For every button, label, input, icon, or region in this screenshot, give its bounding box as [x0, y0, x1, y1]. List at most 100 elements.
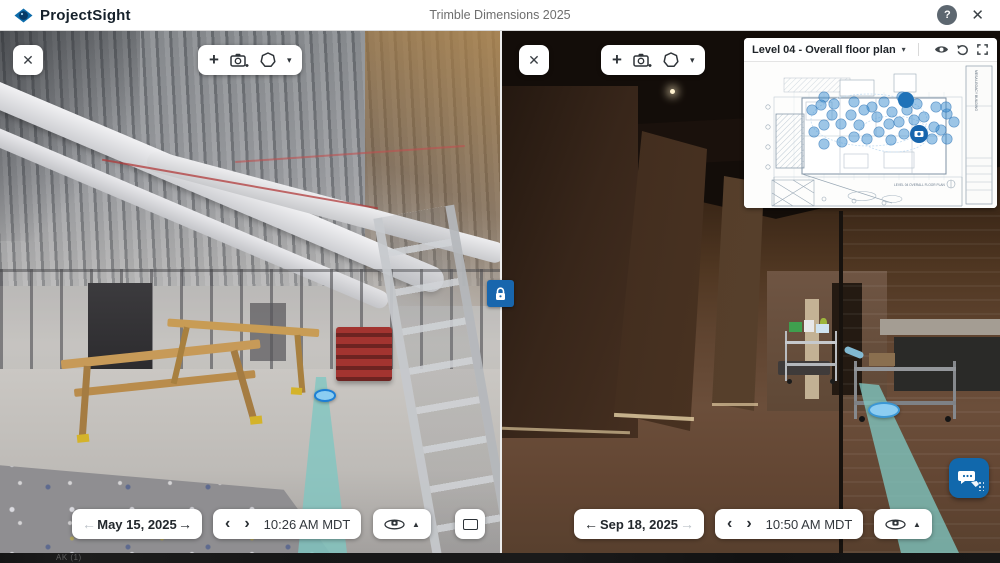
caret-up-icon: ▲ — [412, 520, 420, 529]
waypoint-marker[interactable] — [868, 402, 900, 418]
layout-rect-icon — [463, 519, 478, 530]
close-app-button[interactable]: ✕ — [971, 8, 984, 23]
close-icon: ✕ — [528, 52, 540, 69]
minimap-photo-dot[interactable] — [836, 119, 846, 129]
minimap-photo-dot[interactable] — [927, 134, 937, 144]
timeline-strip[interactable]: AK (1) — [0, 553, 1000, 563]
timeline-label: AK (1) — [56, 553, 82, 563]
project-title: Trimble Dimensions 2025 — [0, 8, 1000, 22]
chat-drag-handle[interactable] — [978, 481, 984, 491]
right-date-pill: ← Sep 18, 2025 → — [574, 509, 704, 539]
add-photo-button[interactable] — [230, 52, 249, 69]
next-date-button[interactable]: → — [178, 517, 192, 531]
minimap-photo-dot[interactable] — [879, 97, 889, 107]
help-button[interactable]: ? — [937, 5, 957, 25]
toolbar-dropdown-button[interactable]: ▾ — [287, 55, 292, 66]
minimap-photo-dot[interactable] — [909, 115, 919, 125]
minimap-photo-dot[interactable] — [887, 107, 897, 117]
right-time-pill: ‹ › 10:50 AM MDT — [715, 509, 863, 539]
chat-assistant-button[interactable] — [949, 458, 989, 498]
add-annotation-button[interactable]: + — [209, 50, 219, 70]
caret-down-icon: ▾ — [690, 55, 695, 65]
reset-view-button[interactable] — [956, 44, 969, 56]
sawhorse — [163, 319, 328, 404]
minimap-photo-dot[interactable] — [899, 129, 909, 139]
projectsight-app: ProjectSight Trimble Dimensions 2025 ? ✕ — [0, 0, 1000, 563]
minimap-big-dot[interactable] — [898, 92, 914, 108]
camera-dot-lens — [917, 132, 920, 135]
minimap-photo-dot[interactable] — [829, 99, 839, 109]
toolbar-dropdown-button[interactable]: ▾ — [690, 55, 695, 66]
minimap-photo-dot[interactable] — [884, 119, 894, 129]
minimap-plan-canvas[interactable]: LEVEL 04 OVERALL FLOOR PLAN MESA LEGACY … — [744, 62, 997, 208]
supply-cart — [785, 331, 837, 381]
next-time-button[interactable]: › — [746, 516, 751, 532]
minimap-photo-dot[interactable] — [807, 105, 817, 115]
minimap-photo-dot[interactable] — [872, 112, 882, 122]
minimap-photo-dot[interactable] — [819, 120, 829, 130]
minimap-photo-dot[interactable] — [849, 97, 859, 107]
compare-viewer: ✕ + — [0, 31, 1000, 553]
minimap-dots-layer — [744, 62, 997, 208]
minimap-photo-dot[interactable] — [929, 122, 939, 132]
minimap-photo-dot[interactable] — [862, 134, 872, 144]
plus-icon: + — [209, 50, 219, 70]
minimap-camera-dot[interactable] — [910, 125, 928, 143]
prev-time-button[interactable]: ‹ — [225, 516, 230, 532]
floorplan-minimap: Level 04 - Overall floor plan ▾ — [744, 38, 997, 208]
close-right-panel-button[interactable]: ✕ — [519, 45, 549, 75]
recessed-light — [670, 89, 675, 94]
left-date-pill: ← May 15, 2025 → — [72, 509, 202, 539]
help-icon: ? — [944, 9, 951, 21]
add-annotation-button[interactable]: + — [612, 50, 622, 70]
minimap-photo-dot[interactable] — [819, 139, 829, 149]
left-time-label: 10:26 AM MDT — [264, 517, 351, 532]
minimap-photo-dot[interactable] — [874, 127, 884, 137]
minimap-photo-dot[interactable] — [846, 110, 856, 120]
toggle-dots-visibility-button[interactable] — [934, 44, 949, 55]
prev-time-button[interactable]: ‹ — [727, 516, 732, 532]
left-camera-menu-button[interactable]: ▲ — [373, 509, 431, 539]
minimap-photo-dot[interactable] — [837, 137, 847, 147]
right-camera-menu-button[interactable]: ▲ — [874, 509, 932, 539]
minimap-photo-dot[interactable] — [854, 120, 864, 130]
left-panorama-panel[interactable]: ✕ + — [0, 31, 500, 553]
left-panorama-photo — [0, 31, 500, 553]
prev-date-button[interactable]: ← — [584, 517, 598, 531]
area-shape-tool-button[interactable] — [663, 52, 679, 68]
waypoint-marker[interactable] — [314, 389, 336, 402]
area-shape-tool-button[interactable] — [260, 52, 276, 68]
left-annotation-toolbar: + ▾ — [198, 45, 302, 75]
minimap-photo-dot[interactable] — [894, 117, 904, 127]
sync-lock-button[interactable] — [487, 280, 514, 307]
close-icon: ✕ — [971, 7, 984, 24]
minimap-photo-dot[interactable] — [942, 134, 952, 144]
camera-360-icon — [384, 517, 405, 531]
minimap-photo-dot[interactable] — [931, 102, 941, 112]
minimap-photo-dot[interactable] — [809, 127, 819, 137]
minimap-photo-dot[interactable] — [827, 110, 837, 120]
expand-minimap-button[interactable] — [976, 43, 989, 56]
header-divider — [918, 43, 919, 56]
minimap-photo-dot[interactable] — [849, 132, 859, 142]
minimap-photo-dot[interactable] — [886, 135, 896, 145]
minimap-sheet-selector[interactable]: Level 04 - Overall floor plan — [752, 44, 896, 56]
minimap-photo-dot[interactable] — [859, 105, 869, 115]
left-time-pill: ‹ › 10:26 AM MDT — [213, 509, 361, 539]
top-bar: ProjectSight Trimble Dimensions 2025 ? ✕ — [0, 0, 1000, 31]
minimap-photo-dot[interactable] — [941, 102, 951, 112]
fireplace-lintel — [880, 319, 1000, 335]
minimap-header: Level 04 - Overall floor plan ▾ — [744, 38, 997, 62]
single-view-layout-button[interactable] — [455, 509, 485, 539]
polygon-shape-icon — [663, 52, 679, 68]
caret-down-icon[interactable]: ▾ — [902, 45, 906, 54]
minimap-photo-dot[interactable] — [919, 112, 929, 122]
right-panorama-panel[interactable]: ✕ + — [502, 31, 1000, 553]
next-time-button[interactable]: › — [244, 516, 249, 532]
right-time-label: 10:50 AM MDT — [766, 517, 853, 532]
close-left-panel-button[interactable]: ✕ — [13, 45, 43, 75]
next-date-button[interactable]: → — [680, 517, 694, 531]
add-photo-button[interactable] — [633, 52, 652, 69]
prev-date-button[interactable]: ← — [82, 517, 96, 531]
eye-icon — [934, 44, 949, 55]
